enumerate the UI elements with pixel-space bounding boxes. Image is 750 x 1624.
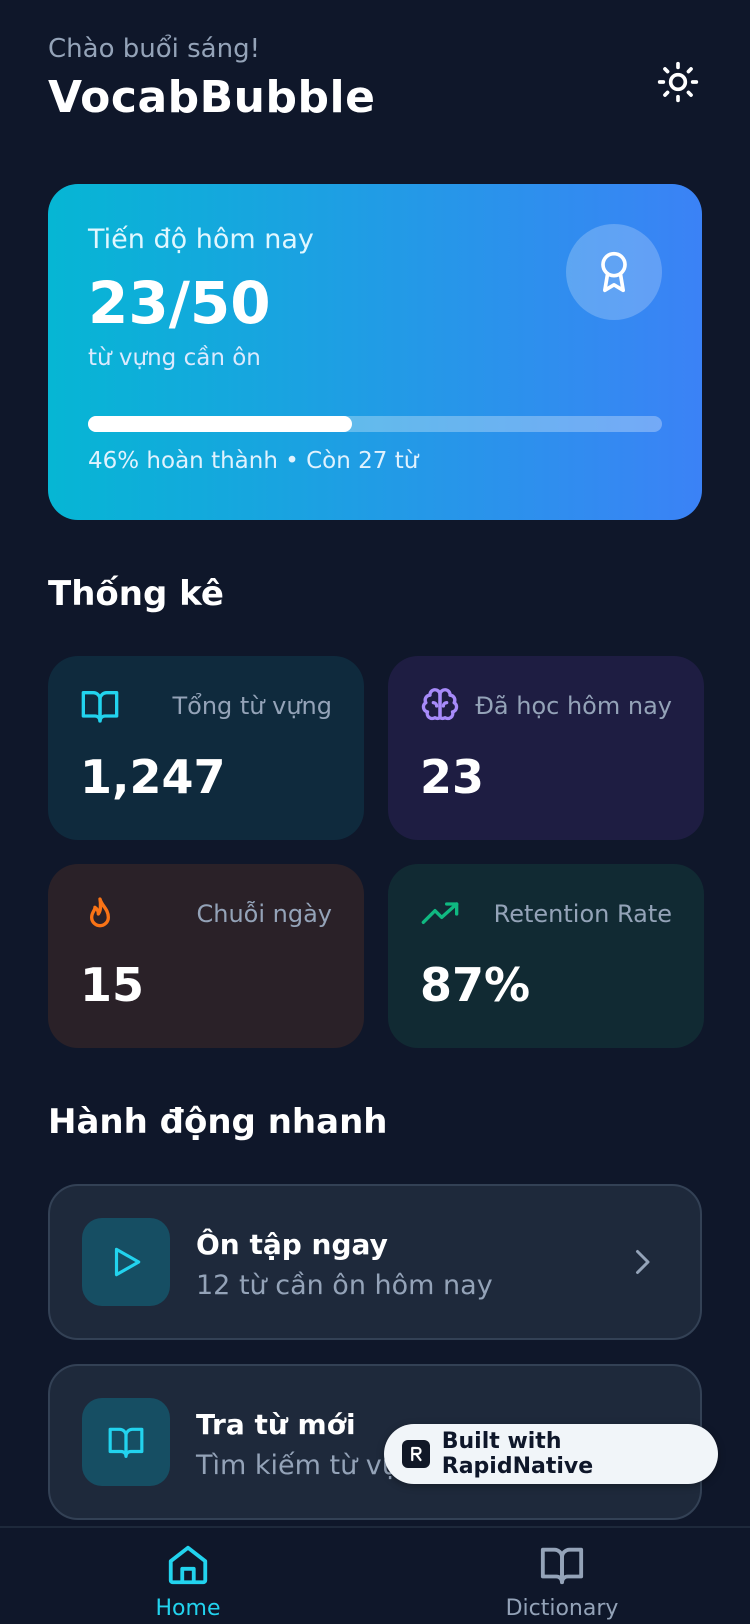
book-open-icon	[108, 1427, 144, 1458]
play-icon	[114, 1247, 141, 1277]
review-now-button[interactable]: Ôn tập ngay 12 từ cần ôn hôm nay	[48, 1184, 702, 1340]
progress-bar-fill	[88, 416, 353, 432]
action-subtitle: 12 từ cần ôn hôm nay	[196, 1270, 493, 1301]
stat-card-streak[interactable]: Chuỗi ngày 15	[48, 864, 364, 1048]
rapidnative-logo-icon	[402, 1440, 430, 1468]
stat-value: 15	[80, 958, 145, 1012]
built-with-rapidnative-badge[interactable]: Built with RapidNative	[384, 1424, 718, 1484]
sun-icon	[657, 61, 699, 103]
action-icon-box	[82, 1398, 170, 1486]
daily-progress-card[interactable]: Tiến độ hôm nay 23/50 từ vựng cần ôn 46%…	[48, 184, 702, 520]
brain-icon	[421, 688, 459, 721]
tab-home[interactable]: Home	[88, 1542, 288, 1621]
stats-title: Thống kê	[48, 574, 224, 614]
progress-bar	[88, 416, 662, 432]
tab-dictionary[interactable]: Dictionary	[462, 1542, 662, 1621]
progress-subtitle: từ vựng cần ôn	[88, 345, 261, 371]
badge-text: Built with RapidNative	[441, 1429, 594, 1479]
tab-label: Home	[155, 1596, 221, 1621]
stat-label: Retention Rate	[493, 900, 672, 928]
quick-actions-title: Hành động nhanh	[48, 1102, 388, 1142]
stat-label: Tổng từ vựng	[172, 692, 332, 720]
stat-value: 23	[420, 750, 485, 804]
greeting-text: Chào buổi sáng!	[48, 34, 260, 64]
chevron-right-icon	[636, 1250, 650, 1274]
tab-label: Dictionary	[505, 1596, 619, 1621]
book-open-icon	[81, 691, 119, 723]
stat-value: 1,247	[80, 750, 226, 804]
stat-value: 87%	[420, 958, 531, 1012]
bottom-tab-bar: Home Dictionary	[0, 1526, 750, 1624]
stat-card-total-words[interactable]: Tổng từ vựng 1,247	[48, 656, 364, 840]
action-title: Ôn tập ngay	[196, 1228, 388, 1261]
stat-label: Chuỗi ngày	[196, 900, 332, 928]
stat-card-retention-rate[interactable]: Retention Rate 87%	[388, 864, 704, 1048]
home-icon	[168, 1545, 208, 1585]
home-screen: Chào buổi sáng! VocabBubble Tiến độ hôm …	[0, 0, 750, 1624]
stat-card-learned-today[interactable]: Đã học hôm nay 23	[388, 656, 704, 840]
header: Chào buổi sáng! VocabBubble	[48, 34, 702, 123]
progress-footer: 46% hoàn thành • Còn 27 từ	[88, 448, 419, 474]
theme-toggle-button[interactable]	[654, 58, 702, 106]
stat-label: Đã học hôm nay	[475, 692, 672, 720]
flame-icon	[90, 897, 111, 928]
action-title: Tra từ mới	[196, 1408, 356, 1441]
action-icon-box	[82, 1218, 170, 1306]
trending-up-icon	[421, 902, 459, 924]
award-badge	[566, 224, 662, 320]
award-icon	[601, 251, 627, 293]
app-title: VocabBubble	[48, 72, 376, 123]
book-open-icon	[540, 1547, 584, 1585]
